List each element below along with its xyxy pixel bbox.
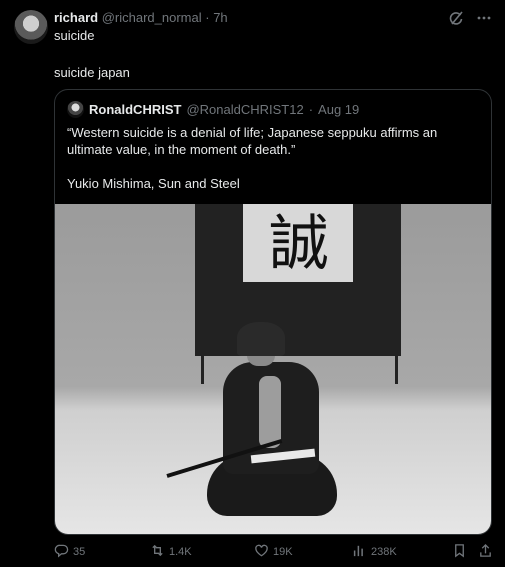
share-icon xyxy=(478,543,493,561)
avatar[interactable] xyxy=(14,10,48,44)
quoted-date: Aug 19 xyxy=(318,102,360,117)
reply-count: 35 xyxy=(73,546,86,558)
separator-dot: · xyxy=(205,10,210,25)
post-body: suicide japan xyxy=(54,65,130,80)
bookmark-icon xyxy=(452,543,467,561)
user-handle[interactable]: @richard_normal xyxy=(102,10,202,25)
quoted-post-header: RonaldCHRIST @RonaldCHRIST12 · Aug 19 xyxy=(67,101,359,118)
share-button[interactable] xyxy=(478,543,493,561)
post-top-actions xyxy=(447,9,493,27)
like-count: 19K xyxy=(273,546,293,558)
quoted-display-name: RonaldCHRIST xyxy=(89,102,182,117)
quoted-attribution: Yukio Mishima, Sun and Steel xyxy=(67,176,240,191)
display-name[interactable]: richard xyxy=(54,10,98,25)
post-time[interactable]: 7h xyxy=(213,10,227,25)
more-icon[interactable] xyxy=(475,9,493,27)
banner-cord-right xyxy=(395,356,398,384)
post-line-1: suicide xyxy=(54,28,95,43)
reply-button[interactable]: 35 xyxy=(54,543,85,561)
action-bar: 35 1.4K 19K 238K xyxy=(54,543,494,563)
banner-cord-left xyxy=(201,356,204,384)
grok-icon[interactable] xyxy=(447,9,465,27)
quoted-post[interactable]: RonaldCHRIST @RonaldCHRIST12 · Aug 19 “W… xyxy=(54,89,492,535)
hanging-banner: 誠 xyxy=(195,204,401,356)
bookmark-button[interactable] xyxy=(452,543,467,561)
quoted-text: “Western suicide is a denial of life; Ja… xyxy=(67,125,438,157)
reply-icon xyxy=(54,543,69,561)
views-count: 238K xyxy=(371,546,397,558)
quoted-separator-dot: · xyxy=(308,102,314,117)
repost-icon xyxy=(150,543,165,561)
quoted-handle: @RonaldCHRIST12 xyxy=(186,102,304,117)
repost-button[interactable]: 1.4K xyxy=(150,543,192,561)
like-button[interactable]: 19K xyxy=(254,543,293,561)
figure-chest xyxy=(259,376,281,448)
figure-cap xyxy=(237,322,285,356)
like-icon xyxy=(254,543,269,561)
quoted-avatar xyxy=(67,101,84,118)
views-icon xyxy=(352,543,367,561)
post-header: richard @richard_normal · 7h xyxy=(54,10,228,25)
quoted-photo[interactable]: 誠 xyxy=(55,204,491,534)
views-button[interactable]: 238K xyxy=(352,543,397,561)
banner-character: 誠 xyxy=(269,209,329,279)
repost-count: 1.4K xyxy=(169,546,192,558)
